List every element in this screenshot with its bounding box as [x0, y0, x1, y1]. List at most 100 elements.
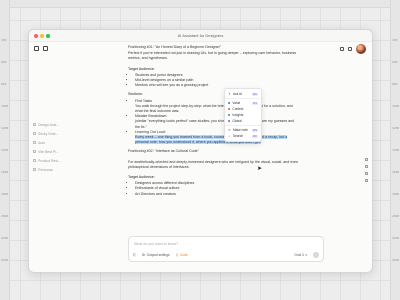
- color-label: Insights: [232, 113, 244, 117]
- positioning-heading: Positioning #01: "An Honest Diary of a B…: [128, 45, 222, 49]
- chat-icon: [33, 150, 36, 153]
- ruler-mark: 1400: [1, 148, 9, 152]
- sparkle-icon: ✦: [228, 92, 231, 96]
- ruler-mark: 2400: [392, 258, 400, 262]
- paperclip-icon: ⎘: [133, 252, 136, 257]
- shortcut: ⌘K: [251, 92, 258, 96]
- audience-list: Designers across different disciplines E…: [128, 181, 298, 197]
- color-label: Global: [232, 119, 242, 123]
- color-label: Value: [232, 101, 241, 105]
- side-tools: [365, 158, 368, 182]
- ruler-mark: 600: [392, 60, 398, 64]
- sidebar: Design Assi... Sticky Note... Auto Vite …: [29, 120, 79, 174]
- ruler-mark: 2000: [392, 214, 400, 218]
- ruler-mark: 1800: [1, 192, 9, 196]
- color-dot-icon: [228, 101, 231, 105]
- ask-ai-label: Ask AI: [233, 92, 243, 96]
- chevron-down-icon: ▾: [305, 252, 307, 257]
- avatar[interactable]: [356, 44, 366, 54]
- ruler-mark: 1200: [1, 126, 9, 130]
- ruler-mark: 400: [1, 38, 7, 42]
- ruler-mark: 1600: [392, 170, 400, 174]
- settings-chip-label: Outpost settings: [146, 252, 170, 257]
- note-icon: ✎: [228, 128, 231, 132]
- ruler-mark: 1800: [392, 192, 400, 196]
- message-input[interactable]: [134, 241, 284, 247]
- paragraph: For aesthetically-oriented and deeply-im…: [128, 159, 298, 169]
- make-note-label: Make note: [233, 128, 248, 132]
- arrow-up-icon: ↑: [315, 252, 317, 257]
- ruler-mark: 2200: [392, 236, 400, 240]
- chat-response: Positioning #01: "An Honest Diary of a B…: [128, 45, 298, 197]
- ruler-mark: 400: [392, 38, 398, 42]
- send-button[interactable]: ↑: [313, 251, 319, 258]
- section-heading: Sections:: [128, 92, 143, 97]
- section-heading: Target Audience:: [128, 66, 155, 71]
- bookmark-icon[interactable]: [365, 172, 368, 175]
- mouse-cursor-icon: ➤: [257, 166, 263, 172]
- more-icon[interactable]: [365, 179, 368, 182]
- code-chip[interactable]: ⟨⟩ Code: [176, 253, 188, 257]
- ruler-mark: 600: [1, 60, 7, 64]
- color-dot-icon: [228, 107, 231, 111]
- ruler-mark: 2200: [1, 236, 9, 240]
- attach-button[interactable]: ⎘: [133, 253, 136, 257]
- ruler-mark: 800: [392, 82, 398, 86]
- new-chat-icon[interactable]: [43, 46, 48, 51]
- ruler-mark: 800: [1, 82, 7, 86]
- sidebar-item[interactable]: Design Assi...: [29, 120, 79, 129]
- ruler-mark: 1600: [1, 170, 9, 174]
- sidebar-item[interactable]: Auto: [29, 138, 79, 147]
- ruler-mark: 1400: [392, 148, 400, 152]
- chat-icon: [33, 141, 36, 144]
- sidebar-toggle-icon[interactable]: [34, 46, 39, 51]
- list-item: Art Directors and creators: [135, 192, 298, 197]
- sliders-icon: ⚙: [141, 252, 146, 257]
- theme-icon[interactable]: [340, 47, 344, 51]
- shortcut: ⌘N: [251, 128, 258, 132]
- sidebar-item[interactable]: Sticky Note...: [29, 129, 79, 138]
- chat-icon: [33, 132, 36, 135]
- composer: ⎘ ⚙ Outpost settings ⟨⟩ Code Grok 3 ▾ ↑: [128, 236, 324, 262]
- sidebar-item-label: Product Revi...: [38, 158, 61, 163]
- left-ruler: 400 600 800 1000 1200 1400 1600 1800 2000 2200 240…: [0, 0, 10, 300]
- audience-list: Students and junior designers Mid-level …: [128, 73, 298, 89]
- ruler-mark: 1200: [392, 126, 400, 130]
- right-ruler: 400 600 800 1000 1200 1400 1600 1800 2000 2200 240…: [390, 0, 400, 300]
- sidebar-item-label: Auto: [38, 140, 46, 145]
- ruler-mark: 1000: [1, 104, 9, 108]
- title-bar: AI Assistant for Designers: [29, 30, 372, 42]
- sidebar-item[interactable]: Product Revi...: [29, 156, 79, 165]
- context-menu: ✦ Ask AI ⌘K Value ⌘1 Context Insights Gl…: [224, 88, 262, 142]
- model-selector[interactable]: Grok 3 ▾: [294, 253, 307, 257]
- list-item: You walk through the project step-by-ste…: [135, 103, 293, 114]
- window-title: AI Assistant for Designers: [177, 33, 224, 38]
- settings-chip[interactable]: ⚙ Outpost settings: [142, 253, 170, 257]
- ruler-mark: 2000: [1, 214, 9, 218]
- ask-ai-item[interactable]: ✦ Ask AI ⌘K: [225, 91, 261, 97]
- share-icon[interactable]: [348, 47, 352, 51]
- sidebar-item-label: Design Assi...: [38, 122, 60, 127]
- search-item[interactable]: ⌕ Search ⌘F: [225, 133, 261, 139]
- highlighted-text[interactable]: Every week – one thing you learned from …: [135, 135, 288, 145]
- sidebar-item[interactable]: Vite Best Pr...: [29, 147, 79, 156]
- app-window: AI Assistant for Designers Design Assi..…: [28, 29, 373, 273]
- section-heading: Target Audience:: [128, 175, 155, 180]
- sidebar-item-label: Vite Best Pr...: [38, 149, 60, 154]
- positioning-heading: Positioning #02: "Interface as Cultural …: [128, 149, 199, 154]
- code-icon: ⟨⟩: [175, 252, 179, 257]
- sidebar-item[interactable]: Personas: [29, 165, 79, 174]
- color-dot-icon: [228, 113, 231, 117]
- shortcut: ⌘1: [251, 101, 258, 105]
- model-label: Grok 3: [294, 252, 304, 257]
- composer-actions: ⎘ ⚙ Outpost settings ⟨⟩ Code Grok 3 ▾ ↑: [133, 251, 319, 258]
- code-chip-label: Code: [179, 252, 188, 257]
- copy-icon[interactable]: [365, 158, 368, 161]
- ruler-mark: 1000: [392, 104, 400, 108]
- color-dot-icon: [228, 119, 231, 123]
- search-icon: ⌕: [228, 134, 231, 138]
- sidebar-item-label: Personas: [38, 167, 53, 172]
- top-ruler: [0, 0, 400, 8]
- highlight-global-item[interactable]: Global: [225, 118, 261, 124]
- edit-icon[interactable]: [365, 165, 368, 168]
